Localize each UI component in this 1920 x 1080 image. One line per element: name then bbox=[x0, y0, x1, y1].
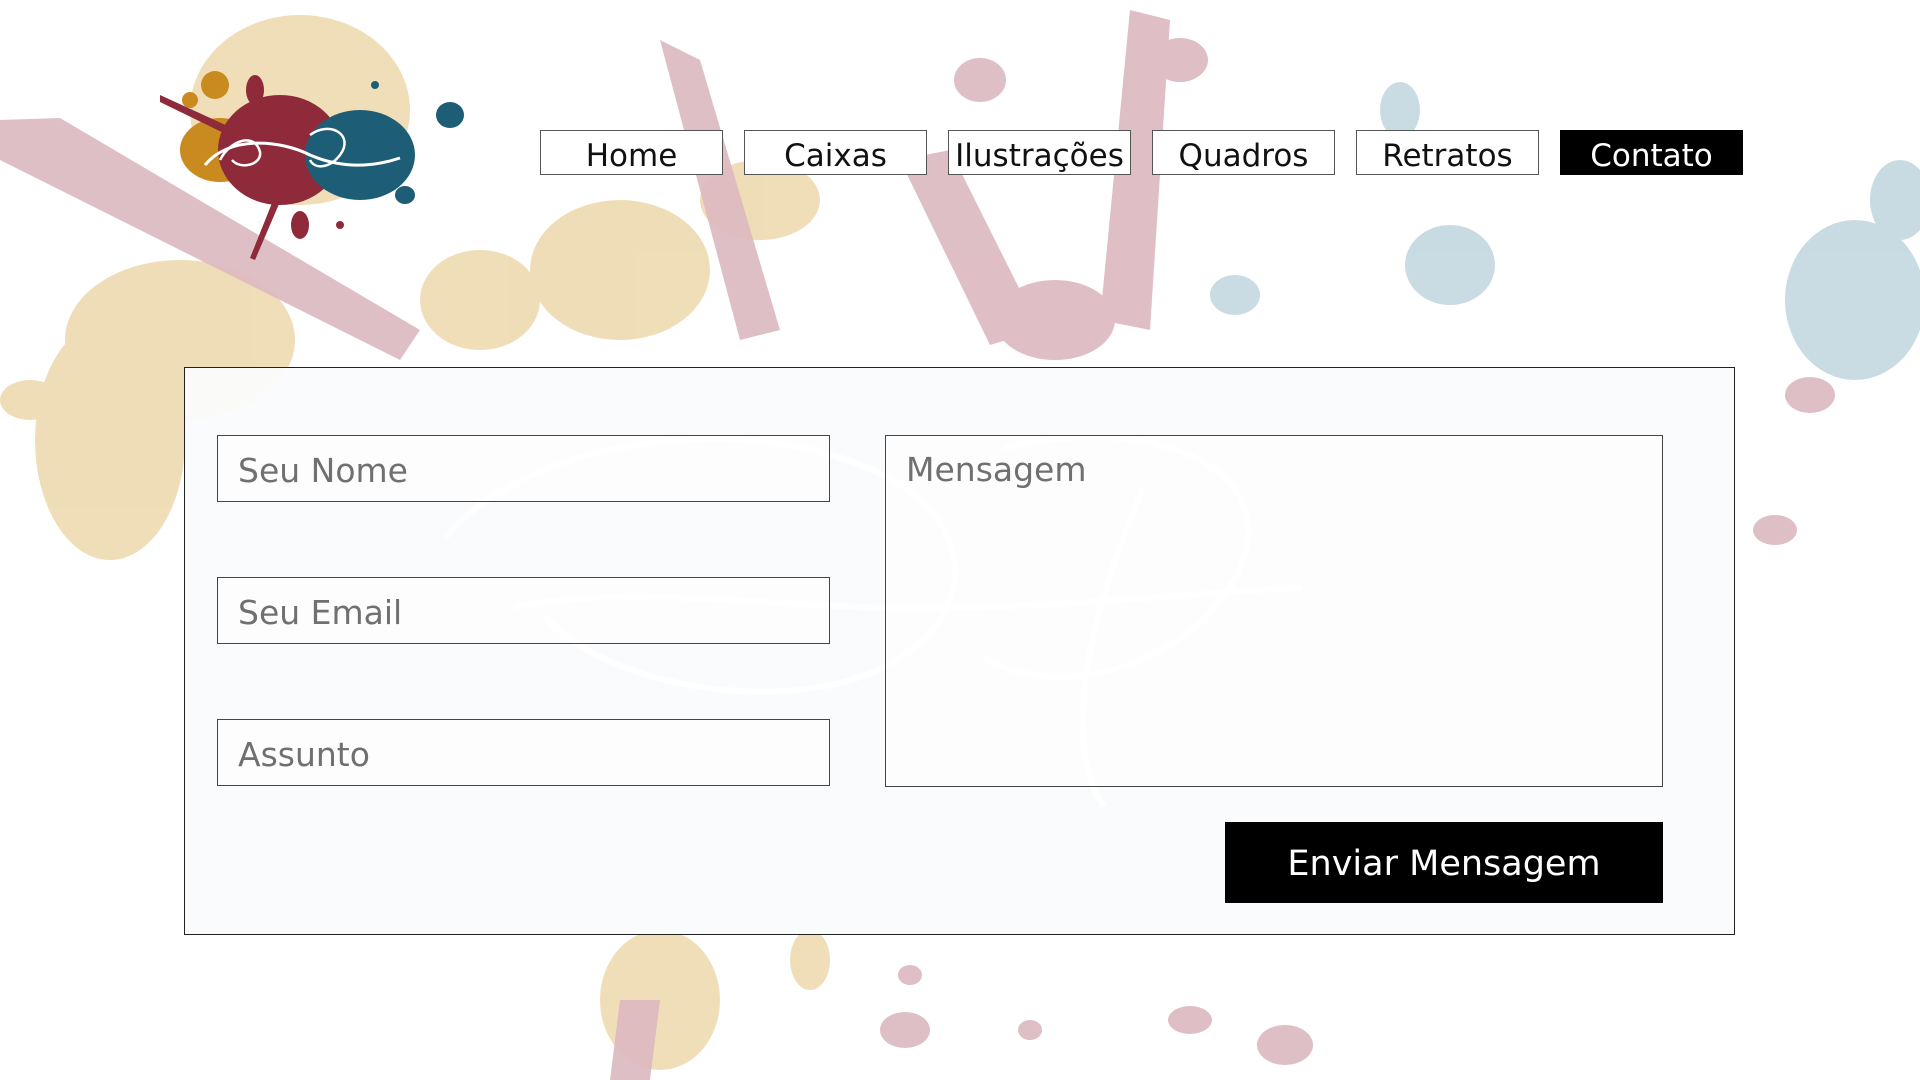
nav-ilustracoes[interactable]: Ilustrações bbox=[948, 130, 1131, 175]
message-textarea[interactable] bbox=[885, 435, 1663, 787]
paint-splash-logo-icon bbox=[160, 71, 464, 260]
nav-caixas[interactable]: Caixas bbox=[744, 130, 927, 175]
send-message-button[interactable]: Enviar Mensagem bbox=[1225, 822, 1663, 903]
name-input[interactable] bbox=[217, 435, 830, 502]
email-input[interactable] bbox=[217, 577, 830, 644]
main-nav: Home Caixas Ilustrações Quadros Retratos… bbox=[540, 130, 1743, 178]
contact-form-panel: Enviar Mensagem bbox=[184, 367, 1735, 935]
brand-logo[interactable] bbox=[160, 40, 470, 260]
nav-contato[interactable]: Contato bbox=[1560, 130, 1743, 175]
subject-input[interactable] bbox=[217, 719, 830, 786]
nav-retratos[interactable]: Retratos bbox=[1356, 130, 1539, 175]
nav-quadros[interactable]: Quadros bbox=[1152, 130, 1335, 175]
nav-home[interactable]: Home bbox=[540, 130, 723, 175]
